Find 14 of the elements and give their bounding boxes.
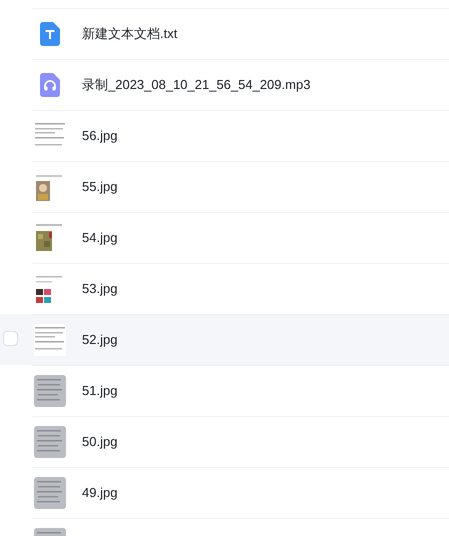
text-file-icon — [40, 22, 60, 46]
file-row[interactable]: 52.jpg — [0, 314, 449, 365]
file-name: 新建文本文档.txt — [82, 24, 178, 42]
headphones-file-icon — [40, 72, 60, 96]
file-name: 56.jpg — [82, 128, 118, 143]
checkbox[interactable] — [3, 331, 18, 346]
file-name: 52.jpg — [82, 332, 118, 347]
file-name: 55.jpg — [82, 179, 118, 194]
file-name: 50.jpg — [82, 434, 118, 449]
file-name: 54.jpg — [82, 230, 118, 245]
file-name: 53.jpg — [82, 281, 118, 296]
file-name: 51.jpg — [82, 383, 118, 398]
file-name: 录制_2023_08_10_21_56_54_209.mp3 — [82, 76, 310, 94]
file-name: 49.jpg — [82, 485, 118, 500]
